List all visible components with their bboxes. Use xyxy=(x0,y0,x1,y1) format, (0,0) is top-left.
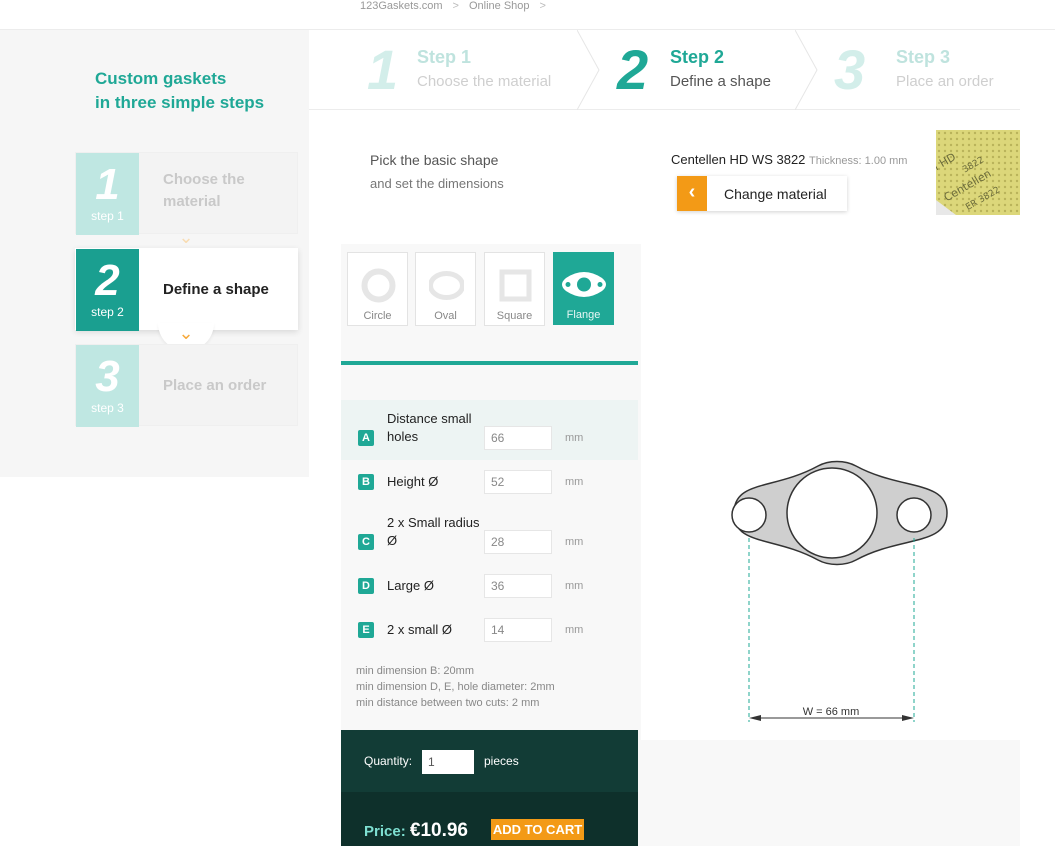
shape-selection-bar xyxy=(341,361,638,365)
sidebar: Custom gaskets in three simple steps 1 s… xyxy=(0,30,309,477)
large-diameter-input[interactable] xyxy=(484,574,552,598)
header-step-3[interactable]: 3 Step 3 Place an order xyxy=(834,30,1020,110)
gasket-preview-drawing: W = 66 mm xyxy=(641,240,1020,740)
left-hole xyxy=(731,497,767,533)
dimension-label: Large Ø xyxy=(387,578,434,593)
quantity-label: Quantity: xyxy=(364,754,413,768)
distance-small-holes-input[interactable] xyxy=(484,426,552,450)
material-thickness: Thickness: 1.00 mm xyxy=(809,155,908,167)
dimension-row-c: C 2 x Small radius Ø mm xyxy=(341,506,638,566)
sidebar-step-label: Choose the material xyxy=(163,171,245,210)
material-name: Centellen HD WS 3822 Thickness: 1.00 mm xyxy=(671,152,908,167)
dimension-label: 2 x Small radius Ø xyxy=(387,515,480,548)
dimension-letter-badge: C xyxy=(358,534,374,550)
pick-shape-instructions: Pick the basic shape and set the dimensi… xyxy=(370,152,504,191)
sidebar-step-1[interactable]: 1 step 1 Choose the material xyxy=(75,152,298,235)
dimension-row-e: E 2 x small Ø mm xyxy=(341,610,638,670)
height-input[interactable] xyxy=(484,470,552,494)
page: 123Gaskets.com > Online Shop > Custom ga… xyxy=(0,0,1055,846)
small-diameter-input[interactable] xyxy=(484,618,552,642)
dimension-letter-badge: A xyxy=(358,430,374,446)
shape-option-square[interactable]: Square xyxy=(484,252,545,326)
flange-gasket-drawing: W = 66 mm xyxy=(731,460,948,722)
quantity-input[interactable] xyxy=(422,750,474,774)
step-number-box: 2 step 2 xyxy=(76,249,139,331)
flange-shape-icon xyxy=(562,272,606,297)
circle-shape-icon xyxy=(361,268,396,303)
sidebar-title: Custom gaskets in three simple steps xyxy=(95,69,265,112)
chevron-right-icon: > xyxy=(452,0,459,12)
price-value: €10.96 xyxy=(409,820,468,841)
change-material-button[interactable]: ‹ Change material xyxy=(677,176,847,211)
dimension-letter-badge: B xyxy=(358,474,374,490)
shape-option-circle[interactable]: Circle xyxy=(347,252,408,326)
price-label: Price: €10.96 xyxy=(364,820,468,841)
pieces-label: pieces xyxy=(484,754,519,768)
sidebar-step-2[interactable]: 2 step 2 Define a shape xyxy=(75,248,298,331)
sidebar-step-3[interactable]: 3 step 3 Place an order xyxy=(75,344,298,427)
price-bar: Price: €10.96 ADD TO CART xyxy=(341,792,638,846)
breadcrumb-shop[interactable]: Online Shop xyxy=(469,0,530,14)
material-swatch-image: en HD 3822 Centellen ER 3822 xyxy=(936,130,1020,215)
dimension-letter-badge: E xyxy=(358,622,374,638)
dimension-row-a: A Distance small holes mm xyxy=(341,400,638,460)
dimension-constraints-notes: min dimension B: 20mm min dimension D, E… xyxy=(356,665,555,709)
dimension-letter-badge: D xyxy=(358,578,374,594)
step-number-box: 3 step 3 xyxy=(76,345,139,427)
shape-option-oval[interactable]: Oval xyxy=(415,252,476,326)
dimension-label: 2 x small Ø xyxy=(387,622,453,637)
breadcrumb-home[interactable]: 123Gaskets.com xyxy=(360,0,443,14)
sidebar-step-label: Define a shape xyxy=(163,281,269,298)
header-step-1[interactable]: 1 Step 1 Choose the material xyxy=(367,30,577,110)
step-divider-chevron xyxy=(577,30,600,110)
right-hole xyxy=(896,497,932,533)
chevron-left-icon: ‹ xyxy=(677,176,707,211)
breadcrumb: 123Gaskets.com > Online Shop > xyxy=(360,0,546,14)
header-step-2[interactable]: 2 Step 2 Define a shape xyxy=(617,30,797,110)
width-dimension-label: W = 66 mm xyxy=(803,706,860,718)
shape-option-flange[interactable]: Flange xyxy=(553,252,614,325)
square-shape-icon xyxy=(499,269,532,302)
dimension-label: Height Ø xyxy=(387,474,439,489)
oval-shape-icon xyxy=(429,271,464,300)
quantity-bar: Quantity: pieces xyxy=(341,730,638,792)
steps-header: 1 Step 1 Choose the material 2 Step 2 De… xyxy=(309,30,1020,110)
small-radius-input[interactable] xyxy=(484,530,552,554)
add-to-cart-button[interactable]: ADD TO CART xyxy=(491,819,584,840)
chevron-right-icon: > xyxy=(539,0,546,12)
sidebar-step-label: Place an order xyxy=(163,377,267,394)
dimension-label: Distance small holes xyxy=(387,411,472,444)
step-number-box: 1 step 1 xyxy=(76,153,139,235)
step-divider-chevron xyxy=(795,30,818,110)
